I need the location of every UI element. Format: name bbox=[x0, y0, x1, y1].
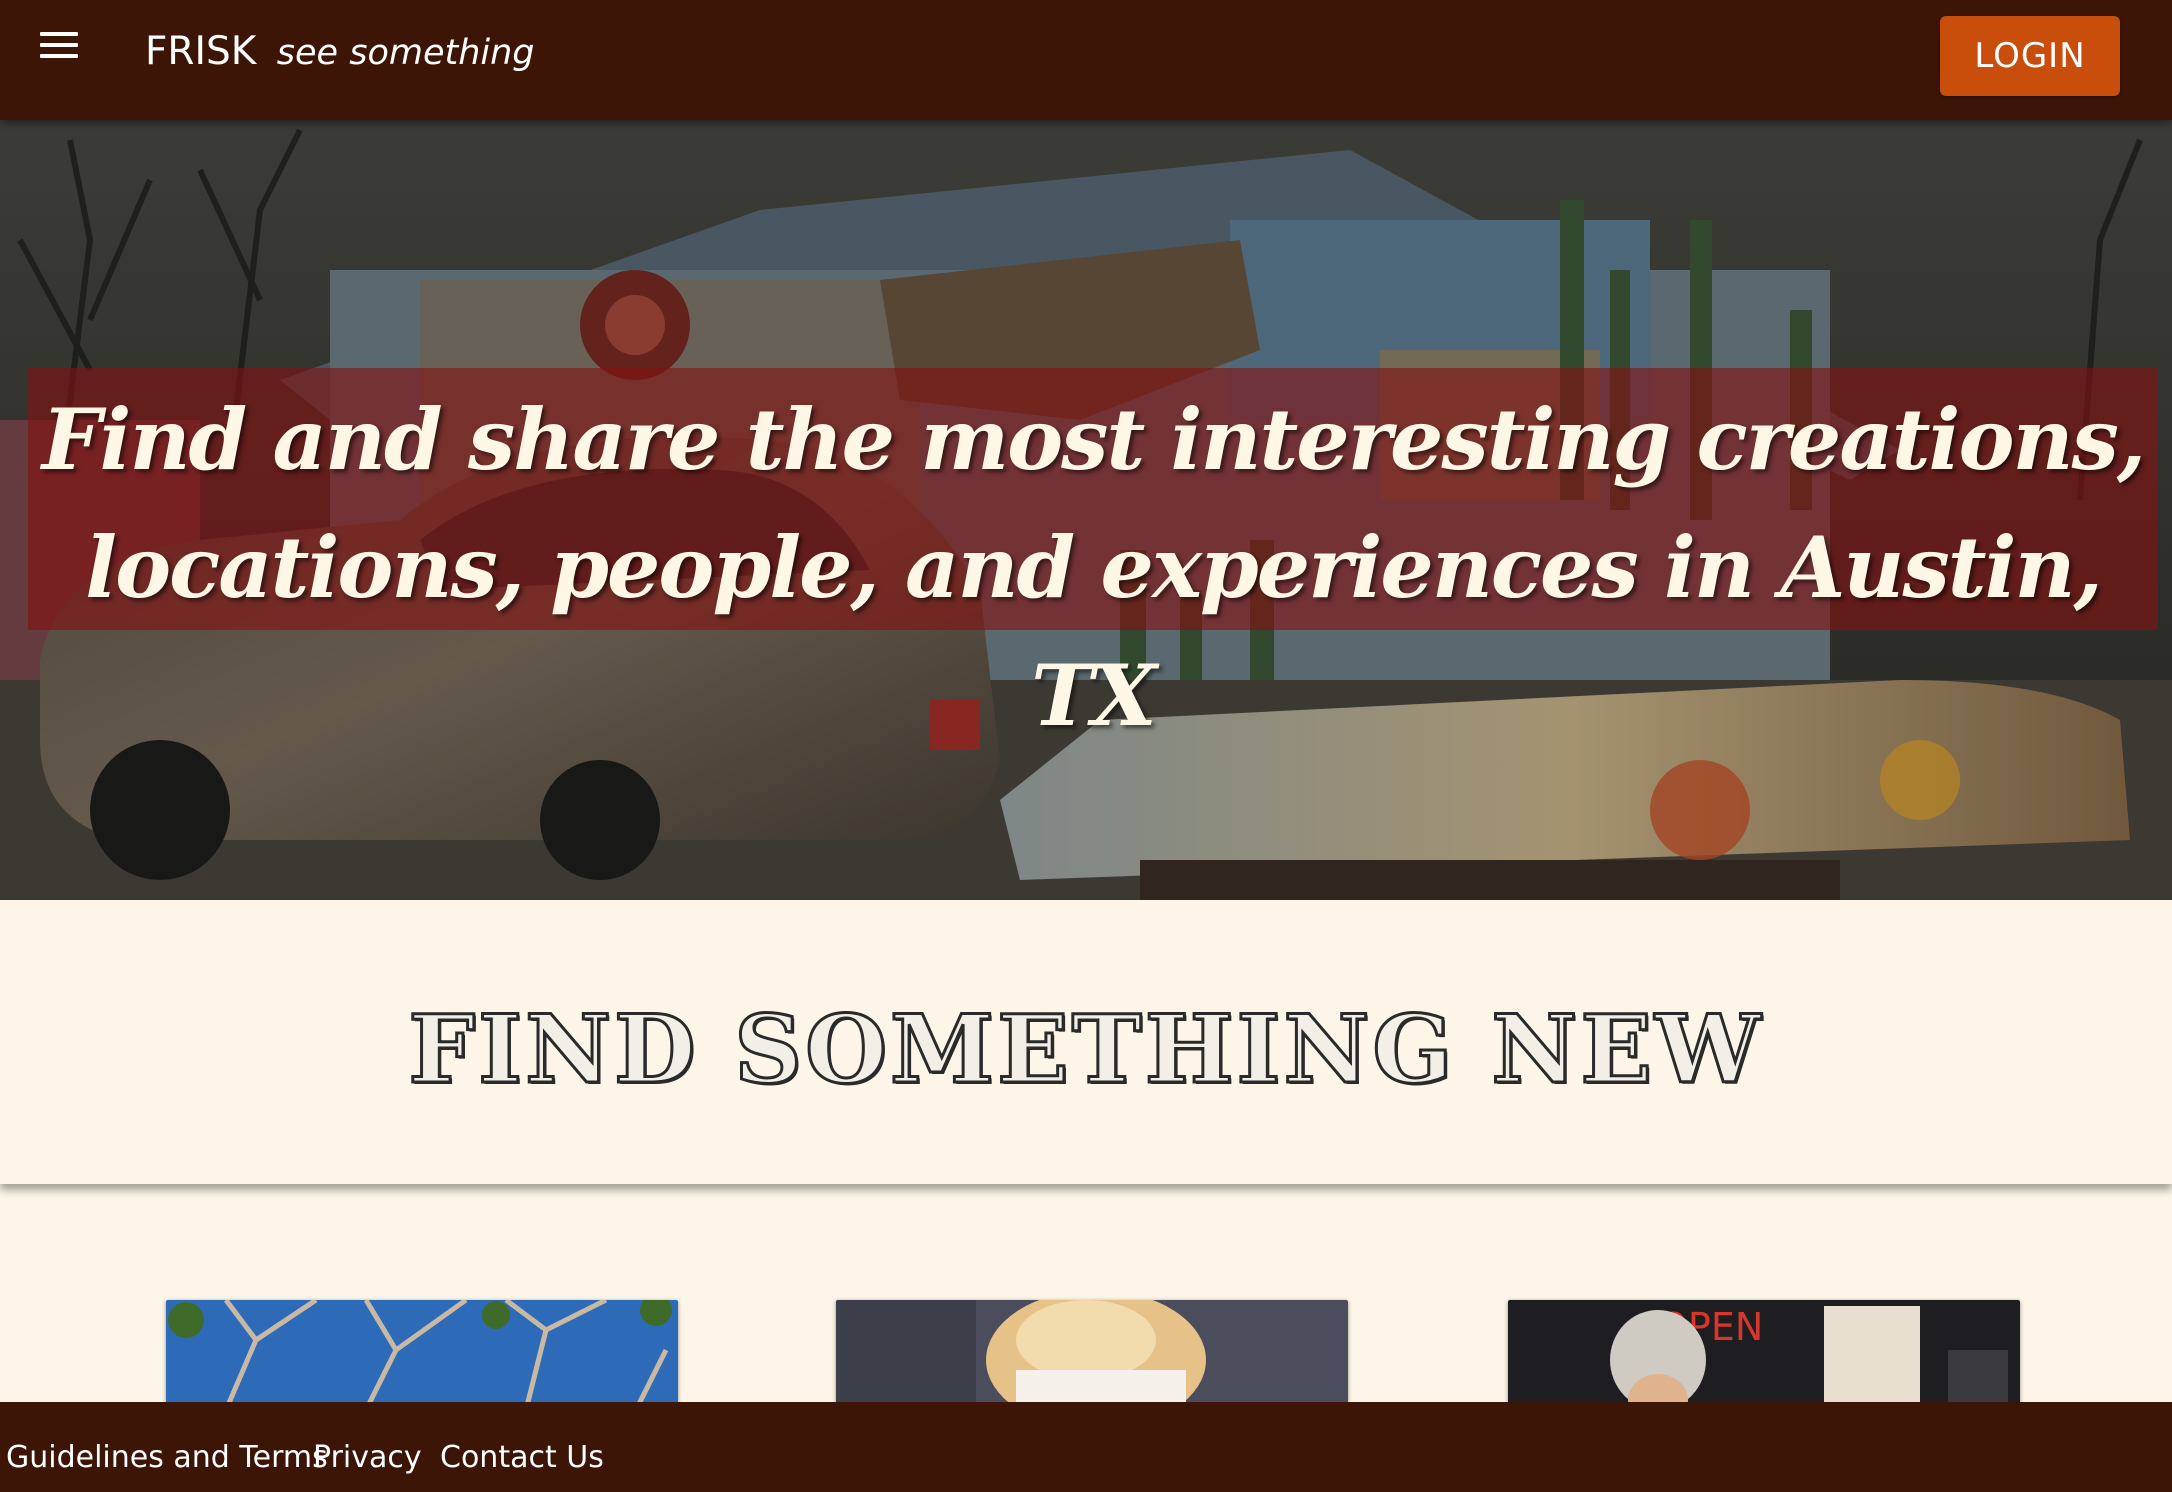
hero-headline: Find and share the most interesting crea… bbox=[28, 376, 2158, 760]
hamburger-menu-icon[interactable] bbox=[40, 32, 78, 60]
trees-sky-photo bbox=[166, 1300, 678, 1410]
card-food[interactable] bbox=[836, 1300, 1348, 1410]
find-section: FIND SOMETHING NEW bbox=[0, 900, 2172, 1184]
brand-tagline: see something bbox=[276, 33, 535, 73]
footer-link-privacy[interactable]: Privacy bbox=[313, 1440, 422, 1475]
find-section-title: FIND SOMETHING NEW bbox=[407, 994, 1764, 1107]
food-dish-photo bbox=[836, 1300, 1348, 1410]
card-storefront[interactable]: OPEN bbox=[1508, 1300, 2020, 1410]
hero-section: Find and share the most interesting crea… bbox=[0, 120, 2172, 900]
footer-bar: Guidelines and Terms Privacy Contact Us bbox=[0, 1402, 2172, 1492]
hero-headline-line1: Find and share the most interesting crea… bbox=[41, 390, 2146, 489]
top-app-bar: FRISK see something LOGIN bbox=[0, 0, 2172, 120]
brand-logo[interactable]: FRISK see something bbox=[145, 26, 535, 79]
footer-link-guidelines[interactable]: Guidelines and Terms bbox=[6, 1440, 328, 1475]
footer-link-contact[interactable]: Contact Us bbox=[440, 1440, 604, 1475]
card-trees[interactable] bbox=[166, 1300, 678, 1410]
login-button[interactable]: LOGIN bbox=[1940, 16, 2120, 96]
hero-headline-line2: locations, people, and experiences in Au… bbox=[85, 518, 2103, 745]
brand-name: FRISK bbox=[145, 29, 257, 74]
storefront-person-photo: OPEN bbox=[1508, 1300, 2020, 1410]
